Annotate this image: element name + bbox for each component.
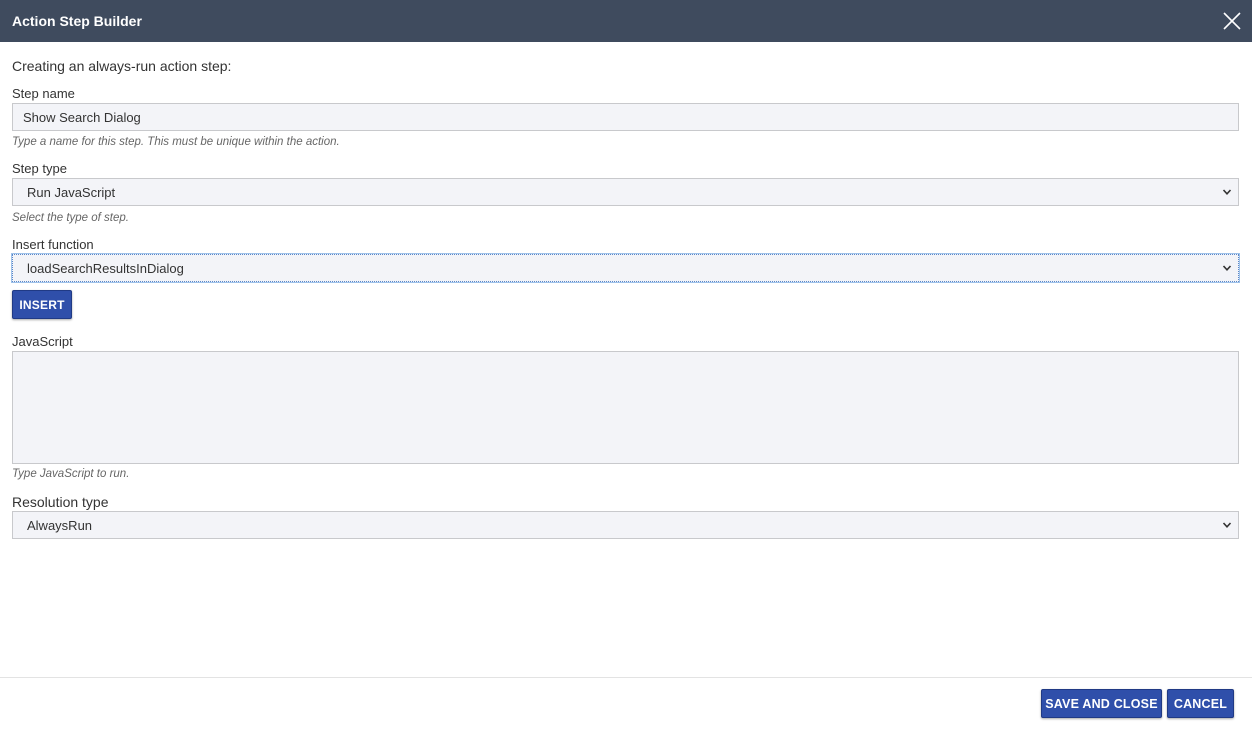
javascript-label: JavaScript: [12, 334, 73, 349]
step-name-hint: Type a name for this step. This must be …: [12, 136, 340, 148]
insert-function-label: Insert function: [12, 237, 94, 252]
resolution-type-value: AlwaysRun: [27, 517, 93, 533]
dialog-titlebar: Action Step Builder: [0, 0, 1252, 42]
javascript-hint: Type JavaScript to run.: [12, 468, 130, 480]
resolution-type-label: Resolution type: [12, 494, 109, 510]
insert-function-select[interactable]: loadSearchResultsInDialog: [11, 253, 1240, 283]
intro-text: Creating an always-run action step:: [12, 58, 232, 74]
step-name-value: Show Search Dialog: [23, 109, 141, 125]
step-type-value: Run JavaScript: [27, 184, 116, 200]
chevron-down-icon: [1222, 189, 1232, 195]
step-type-label: Step type: [12, 161, 67, 176]
dialog-title: Action Step Builder: [12, 13, 142, 29]
step-name-input[interactable]: Show Search Dialog: [12, 103, 1239, 131]
insert-function-value: loadSearchResultsInDialog: [27, 260, 184, 276]
javascript-editor[interactable]: [12, 351, 1239, 464]
step-type-hint: Select the type of step.: [12, 212, 129, 224]
step-name-label: Step name: [12, 86, 75, 101]
footer-divider: [0, 677, 1252, 678]
step-type-select[interactable]: Run JavaScript: [12, 178, 1239, 206]
close-icon[interactable]: [1222, 11, 1242, 31]
cancel-button[interactable]: CANCEL: [1167, 689, 1234, 718]
insert-button[interactable]: INSERT: [12, 290, 72, 319]
chevron-down-icon: [1222, 265, 1232, 271]
chevron-down-icon: [1222, 522, 1232, 528]
resolution-type-select[interactable]: AlwaysRun: [12, 511, 1239, 539]
save-and-close-button[interactable]: SAVE AND CLOSE: [1041, 689, 1162, 718]
